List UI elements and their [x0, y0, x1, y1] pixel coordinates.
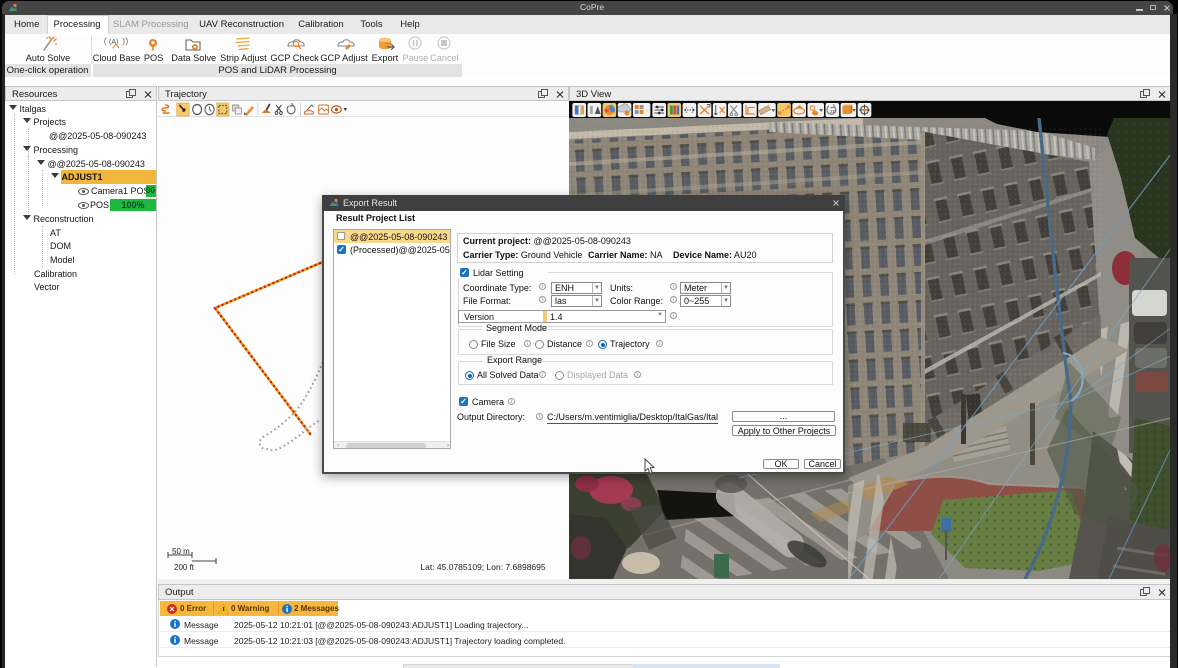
svg-text:3D: 3D: [830, 109, 837, 115]
svg-text:Lat: 45.0785109; Lon: 7.689869: Lat: 45.0785109; Lon: 7.6898695: [420, 562, 546, 572]
svg-text:50 m: 50 m: [172, 547, 190, 556]
svg-text:200 ft: 200 ft: [174, 563, 195, 572]
